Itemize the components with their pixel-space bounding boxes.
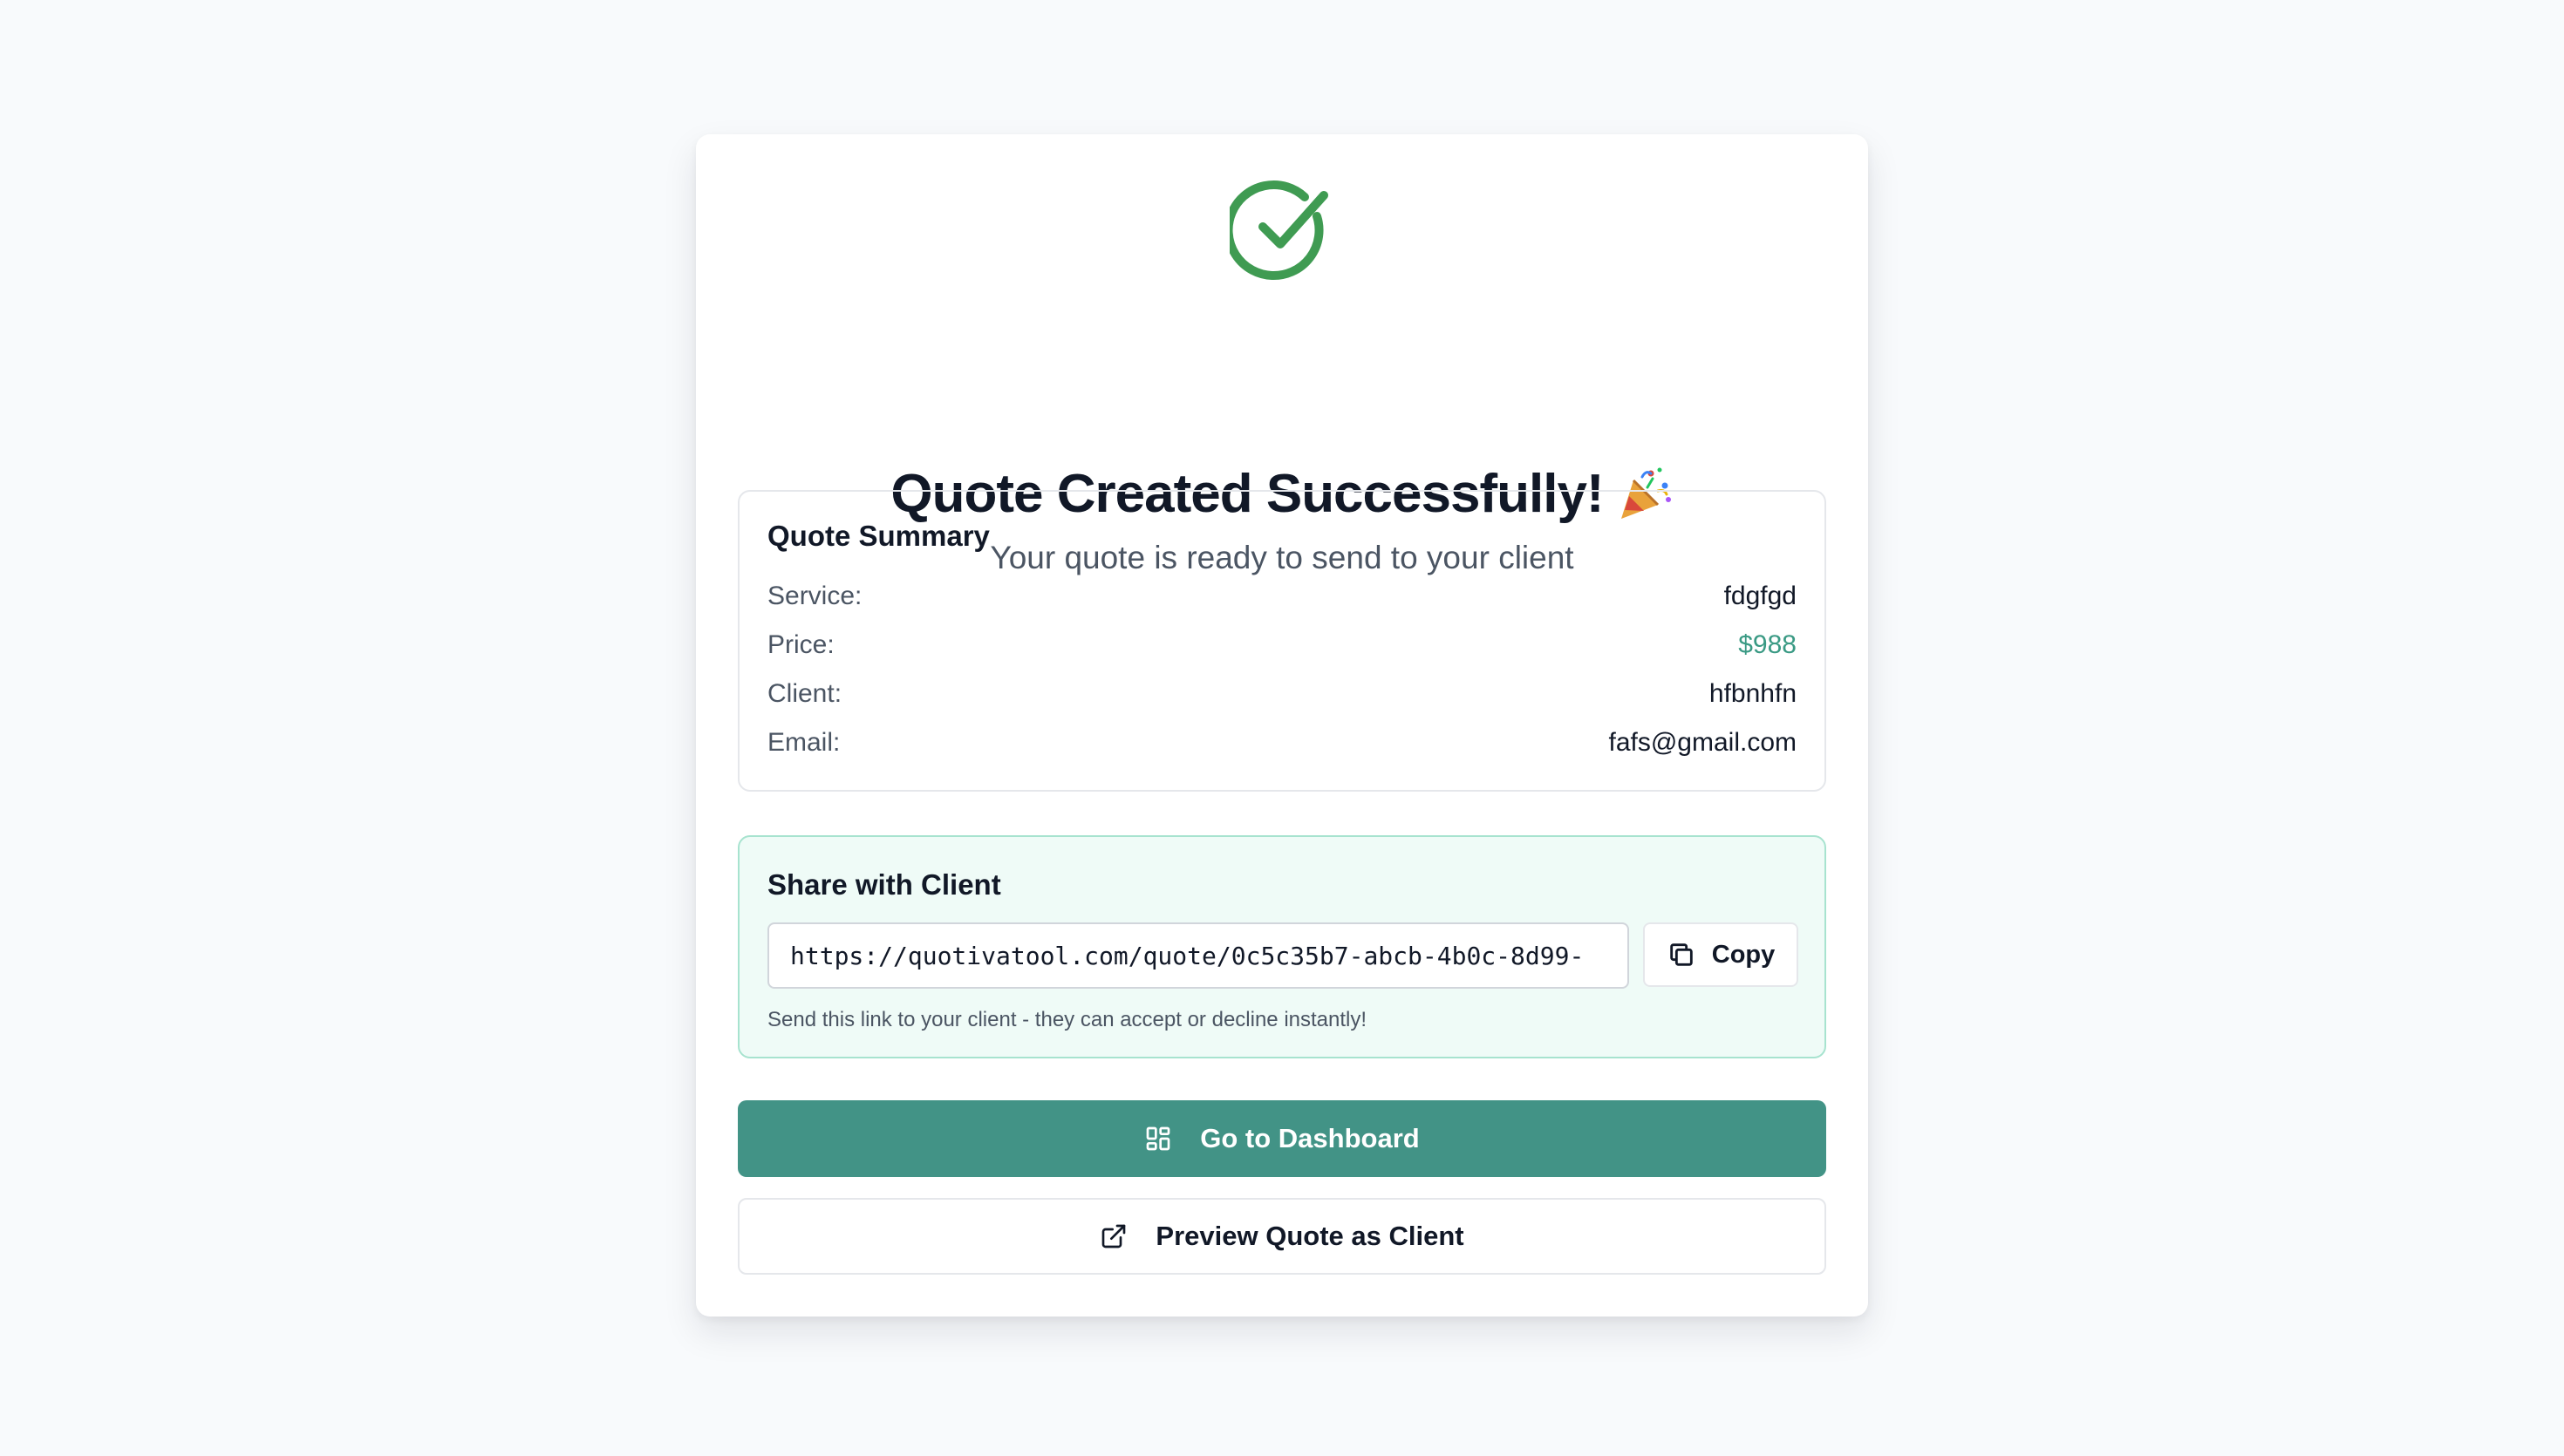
quote-summary-panel: Quote Summary Service: fdgfgd Price: $98… (738, 490, 1826, 792)
summary-row-price: Price: $988 (767, 626, 1797, 664)
share-with-client-panel: Share with Client Copy Send this link to… (738, 835, 1826, 1058)
dashboard-grid-icon (1146, 1126, 1170, 1151)
summary-label: Client: (767, 679, 842, 708)
go-to-dashboard-button[interactable]: Go to Dashboard (738, 1100, 1826, 1177)
copy-icon (1670, 943, 1693, 966)
preview-quote-label: Preview Quote as Client (1156, 1221, 1464, 1251)
share-hint-text: Send this link to your client - they can… (767, 1008, 1367, 1031)
quote-summary-title: Quote Summary (767, 520, 990, 552)
share-link-input[interactable] (767, 922, 1629, 989)
summary-row-client: Client: hfbnhfn (767, 675, 1797, 713)
quote-success-card: Quote Created Successfully! Your quote i… (696, 134, 1868, 1317)
summary-value: fafs@gmail.com (1608, 728, 1797, 757)
summary-row-email: Email: fafs@gmail.com (767, 724, 1797, 762)
go-to-dashboard-label: Go to Dashboard (1200, 1123, 1420, 1153)
copy-link-button[interactable]: Copy (1643, 922, 1798, 987)
summary-label: Email: (767, 728, 841, 757)
check-circle-icon (1224, 178, 1334, 282)
summary-row-service: Service: fdgfgd (767, 577, 1797, 616)
summary-label: Service: (767, 582, 863, 610)
copy-button-label: Copy (1711, 940, 1776, 969)
preview-quote-button[interactable]: Preview Quote as Client (738, 1198, 1826, 1275)
summary-price-value: $988 (1738, 630, 1797, 659)
summary-value: hfbnhfn (1708, 679, 1797, 708)
summary-value: fdgfgd (1723, 582, 1797, 610)
external-link-icon (1102, 1224, 1126, 1248)
share-title: Share with Client (767, 868, 1001, 901)
summary-label: Price: (767, 630, 835, 659)
